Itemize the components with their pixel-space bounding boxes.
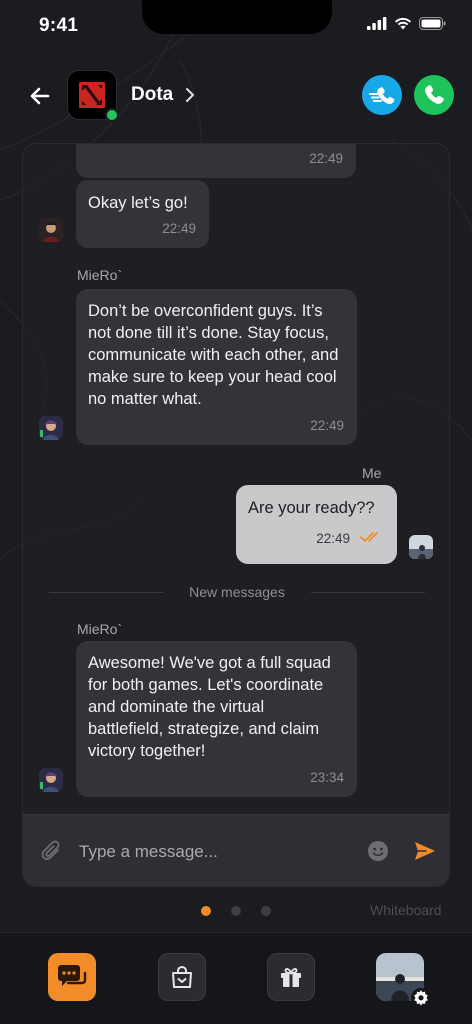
message-bubble: Don’t be overconfident guys. It’s not do… bbox=[76, 289, 357, 445]
message-time: 22:49 bbox=[309, 151, 343, 166]
user-avatar-image bbox=[39, 218, 63, 242]
gift-icon bbox=[281, 968, 301, 987]
page-dot[interactable] bbox=[231, 906, 241, 916]
emoji-icon[interactable] bbox=[367, 840, 389, 862]
message-time: 23:34 bbox=[310, 770, 344, 785]
new-messages-divider: New messages bbox=[49, 582, 425, 602]
wifi-icon bbox=[395, 17, 411, 30]
shopping-bag-icon bbox=[172, 965, 192, 988]
message-time: 22:49 bbox=[310, 418, 344, 433]
sender-avatar[interactable] bbox=[39, 768, 63, 792]
sender-name: MieRo` bbox=[77, 267, 123, 283]
own-avatar[interactable] bbox=[409, 535, 433, 559]
chat-icon bbox=[58, 965, 87, 986]
message-input[interactable] bbox=[79, 836, 349, 868]
sender-avatar[interactable] bbox=[39, 416, 63, 440]
page-dot-active[interactable] bbox=[201, 906, 211, 916]
sender-name: MieRo` bbox=[77, 621, 123, 637]
page-indicator bbox=[201, 906, 271, 916]
group-avatar[interactable] bbox=[67, 70, 119, 122]
nav-chat-button[interactable] bbox=[48, 953, 96, 1001]
device-notch bbox=[142, 0, 332, 34]
phone-icon bbox=[425, 85, 444, 104]
message-text: Are your ready?? bbox=[248, 499, 375, 517]
double-check-icon bbox=[360, 532, 378, 542]
send-icon[interactable] bbox=[413, 840, 437, 862]
status-bar: 9:41 bbox=[0, 0, 472, 54]
whiteboard-label[interactable]: Whiteboard bbox=[370, 902, 442, 918]
status-icons bbox=[367, 17, 446, 30]
chat-title[interactable]: Dota bbox=[131, 84, 173, 106]
online-status-dot bbox=[105, 108, 119, 122]
status-time: 9:41 bbox=[39, 15, 79, 36]
bottom-navigation bbox=[0, 932, 472, 1024]
battery-icon bbox=[419, 17, 446, 30]
call-button[interactable] bbox=[414, 75, 454, 115]
message-composer bbox=[23, 814, 449, 886]
back-arrow-icon[interactable] bbox=[26, 82, 54, 110]
page-dot[interactable] bbox=[261, 906, 271, 916]
nav-gift-button[interactable] bbox=[267, 953, 315, 1001]
signal-icon bbox=[367, 17, 387, 30]
user-avatar-image bbox=[39, 416, 63, 440]
message-text: Awesome! We've got a full squad for both… bbox=[88, 654, 331, 760]
nav-profile-button[interactable] bbox=[376, 953, 431, 1008]
message-bubble: Awesome! We've got a full squad for both… bbox=[76, 641, 357, 797]
message-bubble-own: Are your ready?? 22:49 bbox=[236, 485, 397, 564]
user-avatar-image bbox=[409, 535, 433, 559]
chat-header: Dota bbox=[0, 68, 472, 124]
quick-call-button[interactable] bbox=[362, 75, 402, 115]
divider-line bbox=[311, 592, 425, 593]
chat-messages-panel[interactable]: 22:49 Okay let’s go! 22:49 MieRo` Don’t … bbox=[22, 143, 450, 887]
message-time: 22:49 bbox=[162, 221, 196, 236]
chevron-right-icon[interactable] bbox=[184, 86, 196, 104]
user-avatar-image bbox=[39, 768, 63, 792]
sender-name: Me bbox=[362, 465, 382, 481]
message-text: Okay let’s go! bbox=[88, 194, 188, 212]
message-text: Don’t be overconfident guys. It’s not do… bbox=[88, 302, 339, 408]
message-bubble: Okay let’s go! 22:49 bbox=[76, 180, 209, 248]
gear-icon[interactable] bbox=[410, 987, 432, 1009]
message-time: 22:49 bbox=[316, 531, 350, 546]
nav-shop-button[interactable] bbox=[158, 953, 206, 1001]
paperclip-icon[interactable] bbox=[39, 839, 65, 865]
message-bubble: 22:49 bbox=[76, 144, 356, 178]
fast-call-icon bbox=[369, 87, 395, 105]
sender-avatar[interactable] bbox=[39, 218, 63, 242]
